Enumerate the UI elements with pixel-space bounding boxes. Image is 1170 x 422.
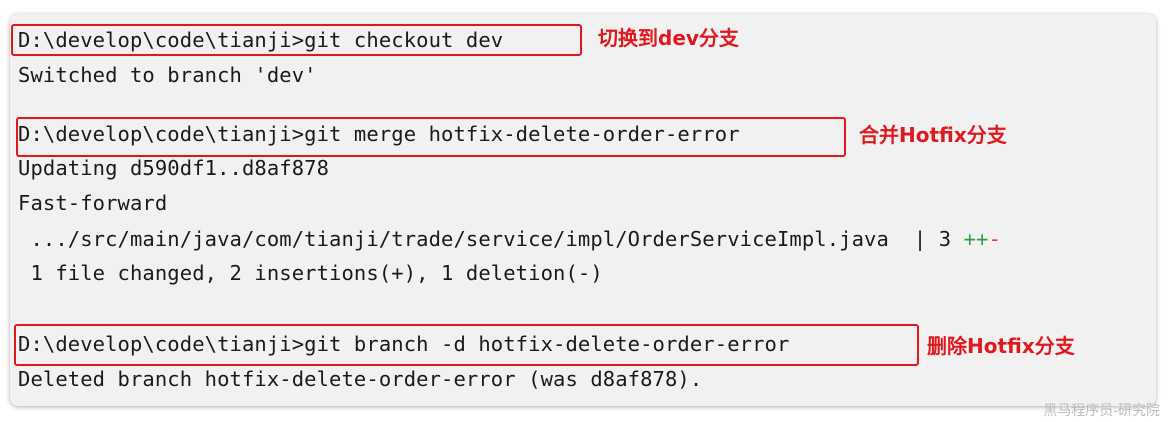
annotation-checkout: 切换到dev分支 [598,26,739,50]
diffstat-plus-marks: ++ [963,227,989,251]
terminal-line-switched: Switched to branch 'dev' [18,63,317,87]
diffstat-file-text: .../src/main/java/com/tianji/trade/servi… [18,227,964,251]
terminal-line-diffstat: .../src/main/java/com/tianji/trade/servi… [18,226,1001,252]
terminal-line-summary: 1 file changed, 2 insertions(+), 1 delet… [18,261,603,285]
highlight-box-checkout [11,24,582,56]
diffstat-minus-marks: - [988,227,1001,251]
highlight-box-branch-delete [14,324,919,366]
highlight-box-merge [16,117,846,157]
watermark: 黑马程序员-研究院 [1043,403,1160,419]
terminal-line-fast-forward: Fast-forward [18,191,168,215]
annotation-branch-delete: 删除Hotfix分支 [927,334,1075,358]
terminal-line-updating: Updating d590df1..d8af878 [18,156,330,180]
annotation-merge: 合并Hotfix分支 [859,123,1007,147]
terminal-line-deleted: Deleted branch hotfix-delete-order-error… [18,367,703,391]
